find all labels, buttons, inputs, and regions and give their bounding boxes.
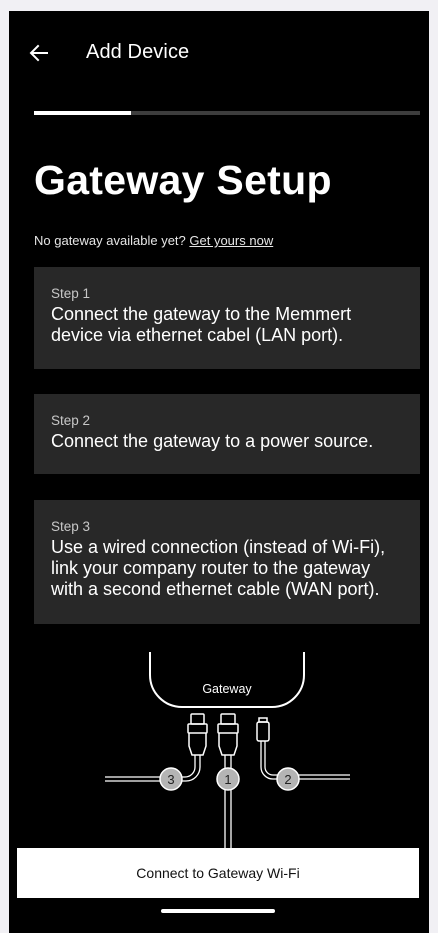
no-gateway-prompt: No gateway available yet? Get yours now [34,233,273,248]
ethernet-plug-icon [187,713,208,756]
app-screen: Add Device Gateway Setup No gateway avai… [9,11,429,933]
svg-text:2: 2 [284,772,291,787]
cables [105,741,350,852]
svg-text:3: 3 [167,772,174,787]
connect-to-gateway-wifi-button[interactable]: Connect to Gateway Wi-Fi [17,848,419,898]
step-label: Step 2 [51,413,91,428]
page-title: Gateway Setup [34,157,332,203]
port-badge-3: 3 [159,767,183,791]
arrow-left-icon [29,44,48,62]
gateway-connection-illustration: Gateway 3 1 2 [105,652,350,852]
step-text: Connect the gateway to the Memmert devic… [51,304,352,345]
gateway-outline [149,652,305,708]
screen-title: Add Device [86,41,190,63]
port-badge-2: 2 [276,767,300,791]
power-plug-icon [256,717,270,742]
progress-bar-fill [34,111,131,115]
step-text: Use a wired connection (instead of Wi-Fi… [51,537,386,599]
back-button[interactable] [25,39,53,67]
no-gateway-text: No gateway available yet? [34,233,186,248]
step-label: Step 1 [51,286,91,301]
svg-text:1: 1 [224,772,231,787]
ethernet-plug-icon [217,713,239,756]
top-app-bar: Add Device [9,11,429,95]
progress-bar [34,111,420,115]
step-card-1: Step 1 Connect the gateway to the Memmer… [34,267,420,369]
home-indicator[interactable] [161,909,275,913]
step-label: Step 3 [51,519,91,534]
gateway-label: Gateway [202,682,252,696]
step-card-3: Step 3 Use a wired connection (instead o… [34,500,420,624]
step-text: Connect the gateway to a power source. [51,431,374,451]
port-badge-1: 1 [216,767,240,791]
get-gateway-link[interactable]: Get yours now [189,233,273,248]
step-card-2: Step 2 Connect the gateway to a power so… [34,394,420,474]
